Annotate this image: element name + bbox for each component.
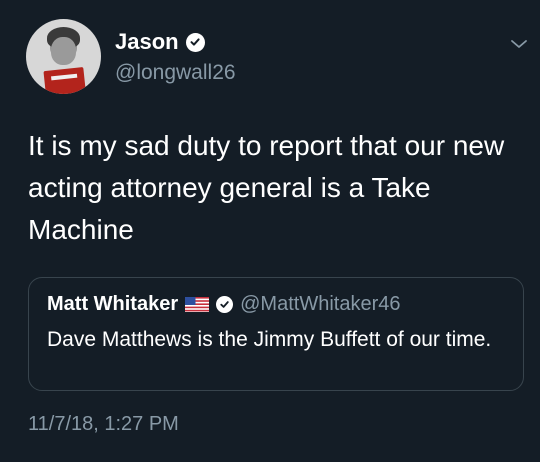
avatar-face (51, 37, 76, 65)
tweet-text: It is my sad duty to report that our new… (28, 130, 505, 245)
tweet-card: Jason @longwall26 It is my sad duty to r… (0, 0, 540, 462)
tweet-timestamp[interactable]: 11/7/18, 1:27 PM (28, 413, 179, 436)
quoted-tweet-text: Dave Matthews is the Jimmy Buffett of ou… (47, 328, 492, 351)
chevron-down-icon[interactable] (510, 35, 528, 53)
author-name-row: Jason (115, 28, 205, 56)
author-display-name[interactable]: Jason (115, 29, 179, 55)
quoted-tweet-header: Matt Whitaker @MattWhitaker46 (47, 291, 400, 317)
us-flag-icon (185, 296, 210, 312)
quoted-author-handle: @MattWhitaker46 (240, 292, 401, 315)
quoted-author-name: Matt Whitaker (47, 292, 179, 315)
quoted-tweet[interactable]: Matt Whitaker @MattWhitaker46 Dave Matth… (28, 277, 524, 391)
quoted-verified-badge-icon (216, 295, 234, 313)
avatar-book (43, 66, 87, 94)
author-avatar[interactable] (26, 19, 101, 94)
verified-badge-icon (185, 32, 205, 52)
author-handle[interactable]: @longwall26 (115, 61, 236, 85)
